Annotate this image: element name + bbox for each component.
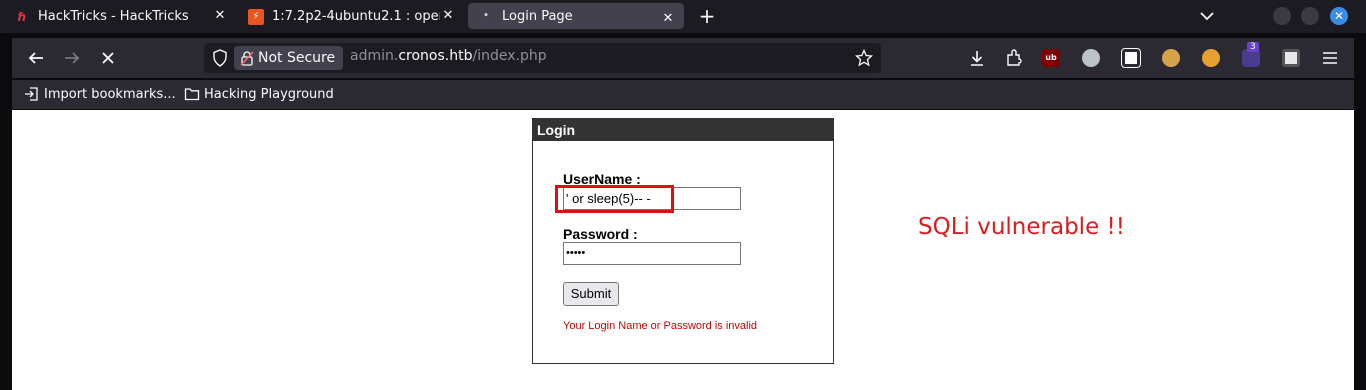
stop-icon bbox=[102, 52, 114, 64]
download-icon[interactable] bbox=[968, 49, 986, 67]
submit-button[interactable]: Submit bbox=[563, 282, 619, 306]
launchpad-icon: ⚡ bbox=[248, 8, 264, 25]
arrow-left-icon bbox=[28, 52, 43, 64]
back-button[interactable] bbox=[26, 48, 46, 68]
login-header: Login bbox=[533, 119, 833, 141]
cookie-icon[interactable] bbox=[1162, 49, 1180, 67]
close-icon[interactable]: ✕ bbox=[212, 8, 228, 24]
stop-button[interactable] bbox=[98, 48, 118, 68]
extension-fox-icon[interactable] bbox=[1202, 49, 1220, 67]
extension-badge-icon[interactable]: 3 bbox=[1242, 42, 1260, 67]
hacktricks-icon: ℏ bbox=[17, 9, 27, 24]
bookmark-hacking-playground[interactable]: Hacking Playground bbox=[184, 85, 334, 103]
tab-launchpad[interactable]: ⚡ 1:7.2p2-4ubuntu2.1 : open ✕ bbox=[248, 0, 464, 33]
chevron-down-icon[interactable] bbox=[1197, 6, 1217, 26]
tab-strip: ℏ HackTricks - HackTricks ✕ ⚡ 1:7.2p2-4u… bbox=[0, 0, 1366, 33]
login-form: Login UserName : ' or sleep(5)-- - Passw… bbox=[532, 118, 834, 364]
close-window-button[interactable]: ✕ bbox=[1330, 7, 1348, 25]
highlight-box bbox=[555, 185, 674, 213]
url-host-prefix: admin. bbox=[350, 48, 399, 64]
hamburger-menu-icon[interactable] bbox=[1321, 49, 1339, 67]
tab-login-page[interactable]: • Login Page ✕ bbox=[468, 3, 684, 29]
security-indicator[interactable]: Not Secure bbox=[234, 46, 344, 70]
minimize-button[interactable] bbox=[1273, 7, 1291, 25]
password-label: Password : bbox=[563, 226, 638, 242]
extension-card-icon[interactable] bbox=[1282, 49, 1300, 67]
forward-button[interactable] bbox=[62, 48, 82, 68]
maximize-button[interactable] bbox=[1301, 7, 1319, 25]
page-icon: • bbox=[483, 11, 489, 21]
insecure-lock-icon bbox=[240, 51, 254, 66]
folder-icon bbox=[184, 88, 200, 101]
bookmarks-bar: Import bookmarks... Hacking Playground bbox=[12, 80, 1354, 109]
url-bar[interactable]: Not Secure admin.cronos.htb/index.php bbox=[204, 43, 881, 73]
browser-window: ℏ HackTricks - HackTricks ✕ ⚡ 1:7.2p2-4u… bbox=[0, 0, 1366, 390]
extension-owl-icon[interactable] bbox=[1082, 49, 1100, 67]
tab-title: HackTricks - HackTricks bbox=[38, 9, 189, 24]
bookmark-label: Hacking Playground bbox=[204, 86, 334, 102]
ublock-icon[interactable]: ub bbox=[1042, 49, 1060, 67]
url-path: /index.php bbox=[472, 48, 547, 64]
shield-icon[interactable] bbox=[212, 49, 228, 67]
tab-title: 1:7.2p2-4ubuntu2.1 : open bbox=[272, 9, 440, 24]
security-label: Not Secure bbox=[258, 50, 336, 66]
bookmark-label: Import bookmarks... bbox=[44, 86, 176, 102]
annotation-text: SQLi vulnerable !! bbox=[918, 214, 1125, 240]
page-content: Login UserName : ' or sleep(5)-- - Passw… bbox=[12, 110, 1354, 390]
nav-bar: Not Secure admin.cronos.htb/index.php ub… bbox=[12, 38, 1354, 78]
arrow-right-icon bbox=[65, 52, 80, 64]
new-tab-button[interactable]: + bbox=[696, 5, 718, 27]
error-message: Your Login Name or Password is invalid bbox=[563, 320, 758, 332]
qr-code-icon[interactable] bbox=[1121, 48, 1141, 68]
badge-count: 3 bbox=[1247, 42, 1259, 52]
star-icon[interactable] bbox=[855, 49, 873, 67]
tab-title: Login Page bbox=[502, 8, 573, 24]
password-input[interactable]: ••••• bbox=[563, 242, 741, 265]
url-text[interactable]: admin.cronos.htb/index.php bbox=[350, 48, 547, 64]
close-icon[interactable]: ✕ bbox=[440, 8, 456, 24]
close-icon[interactable]: ✕ bbox=[660, 11, 676, 27]
import-icon bbox=[25, 87, 38, 101]
tab-hacktricks[interactable]: ℏ HackTricks - HackTricks ✕ bbox=[14, 0, 236, 33]
bookmark-import[interactable]: Import bookmarks... bbox=[24, 85, 176, 103]
extensions-icon[interactable] bbox=[1005, 49, 1023, 67]
url-host: cronos.htb bbox=[398, 48, 473, 64]
